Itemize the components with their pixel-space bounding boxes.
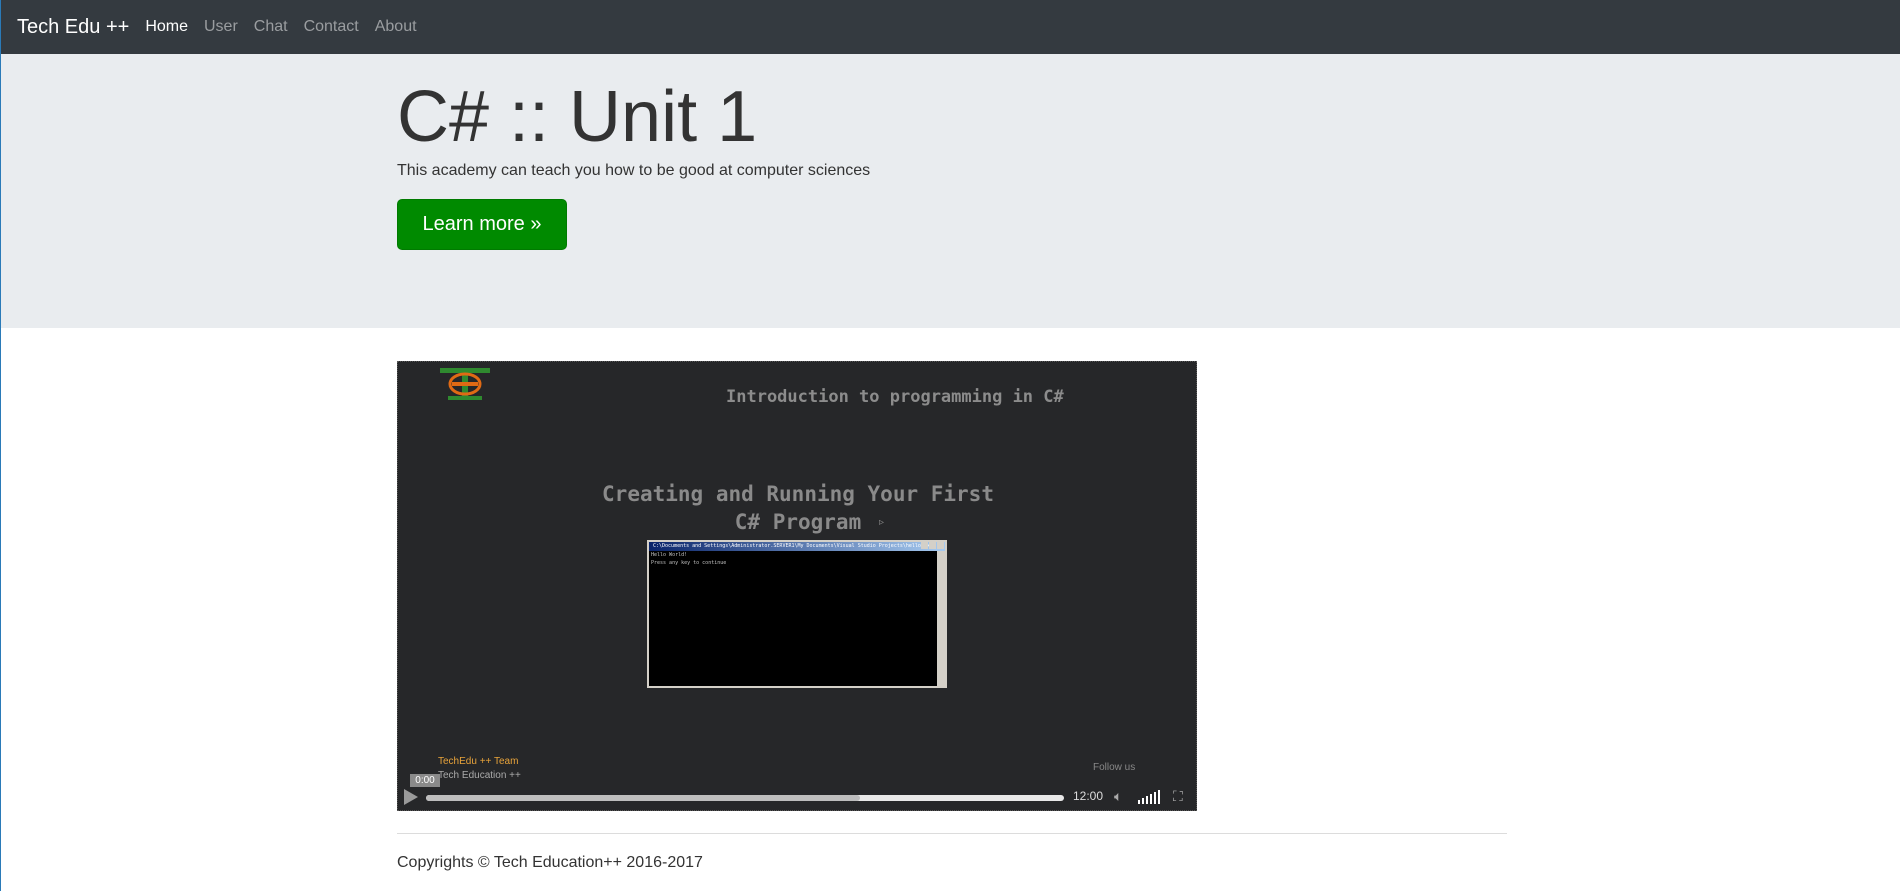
follow-us-label: Follow us	[1093, 762, 1136, 773]
video-subheading-line2: C# Program	[734, 510, 862, 534]
learn-more-button[interactable]: Learn more »	[397, 199, 567, 250]
footer-copyright: Copyrights © Tech Education++ 2016-2017	[397, 854, 703, 871]
seek-bar[interactable]	[426, 795, 1064, 801]
team-credit: TechEdu ++ Team	[438, 756, 519, 767]
nav-link-contact[interactable]: Contact	[304, 18, 359, 36]
console-titlebar: C:\Documents and Settings\Administrator.…	[649, 542, 945, 551]
nav-link-home[interactable]: Home	[145, 18, 188, 36]
jumbotron-lead: This academy can teach you how to be goo…	[397, 162, 871, 179]
maximize-icon	[929, 542, 936, 549]
video-subheading-line1: Creating and Running Your First	[602, 482, 994, 506]
page-title: C# :: Unit 1	[397, 77, 758, 157]
mouse-cursor-icon: ▹	[879, 517, 885, 528]
minimize-icon	[921, 542, 928, 549]
footer-divider	[397, 833, 1507, 834]
nav-link-about[interactable]: About	[375, 18, 417, 36]
buffered-bar	[426, 795, 860, 801]
close-icon	[937, 542, 944, 549]
console-window-buttons	[921, 542, 944, 549]
console-scrollbar	[937, 551, 945, 686]
console-window: C:\Documents and Settings\Administrator.…	[647, 540, 947, 688]
techedu-logo-icon	[440, 368, 490, 400]
current-time: 0:00	[410, 774, 440, 787]
nav-link-user[interactable]: User	[204, 18, 238, 36]
console-line: Press any key to continue	[651, 560, 727, 566]
video-controls: 0:00 12:00 🔈︎ ⛶	[398, 774, 1196, 810]
navbar: Tech Edu ++ Home User Chat Contact About	[1, 0, 1900, 54]
video-subheading: Creating and Running Your First C# Progr…	[398, 480, 1196, 536]
video-player[interactable]: Introduction to programming in C# Creati…	[397, 361, 1197, 811]
fullscreen-icon[interactable]: ⛶	[1173, 788, 1183, 805]
navbar-brand[interactable]: Tech Edu ++	[17, 16, 129, 39]
play-icon[interactable]	[404, 789, 418, 805]
volume-slider[interactable]	[1138, 790, 1160, 804]
video-heading: Introduction to programming in C#	[726, 387, 1064, 407]
volume-icon[interactable]: 🔈︎	[1114, 788, 1122, 805]
jumbotron: C# :: Unit 1 This academy can teach you …	[1, 54, 1900, 328]
nav-link-chat[interactable]: Chat	[254, 18, 288, 36]
team-subtitle: Tech Education ++	[438, 770, 521, 781]
console-line: Hello World!	[651, 552, 688, 558]
duration-label: 12:00	[1073, 789, 1104, 803]
